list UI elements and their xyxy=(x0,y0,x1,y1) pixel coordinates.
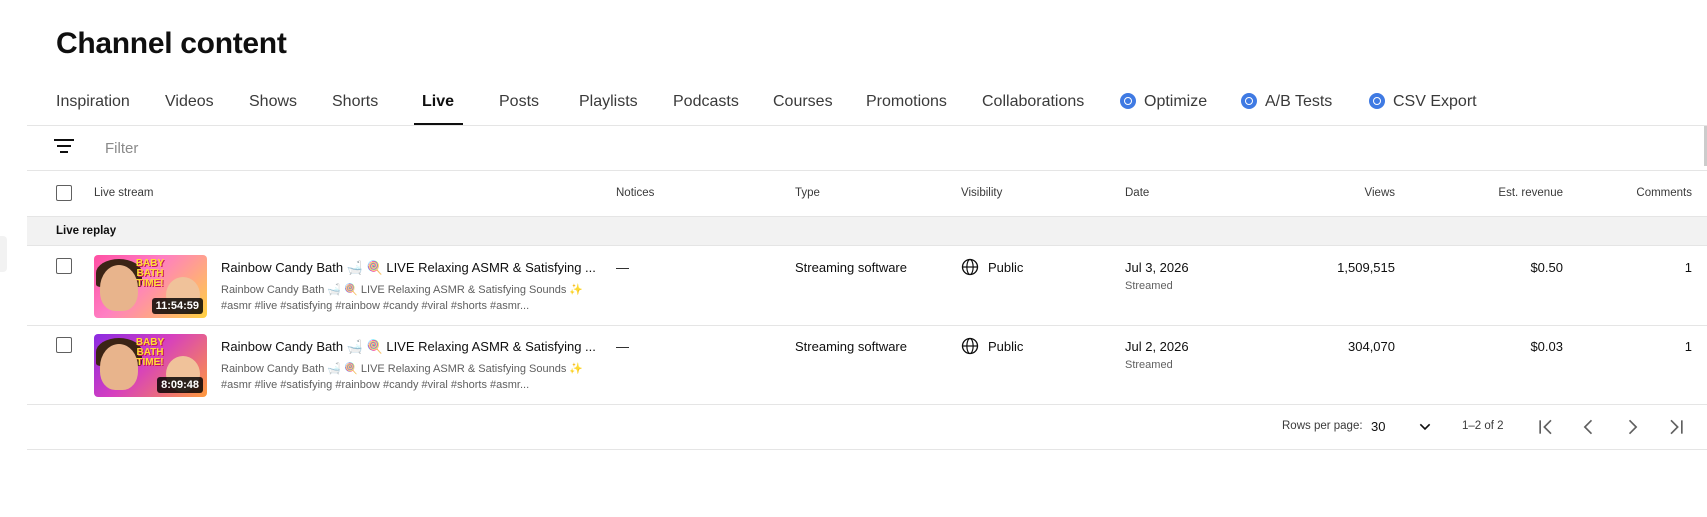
column-header-type[interactable]: Type xyxy=(795,187,820,199)
tab-optimize[interactable]: Optimize xyxy=(1120,82,1207,126)
tab-csv-export[interactable]: CSV Export xyxy=(1369,82,1477,126)
column-header-views[interactable]: Views xyxy=(1295,187,1395,199)
tab-label: Videos xyxy=(165,93,214,110)
thumbnail-title-art: BABY BATH TIME! xyxy=(135,337,165,368)
tab-collaborations[interactable]: Collaborations xyxy=(982,82,1084,126)
extension-icon xyxy=(1369,93,1385,109)
tab-podcasts[interactable]: Podcasts xyxy=(673,82,739,126)
column-header-comments[interactable]: Comments xyxy=(1592,187,1692,199)
pagination: Rows per page: 30 1–2 of 2 xyxy=(27,405,1707,449)
type-value: Streaming software xyxy=(795,339,907,354)
tab-inspiration[interactable]: Inspiration xyxy=(56,82,130,126)
tab-label: Promotions xyxy=(866,93,947,110)
revenue-value: $0.03 xyxy=(1530,339,1563,354)
tab-label: Playlists xyxy=(579,93,638,110)
last-page-icon xyxy=(1670,419,1683,435)
tab-label: Optimize xyxy=(1144,93,1208,110)
column-header-visibility[interactable]: Visibility xyxy=(961,187,1002,199)
filter-icon[interactable] xyxy=(54,139,74,155)
page-title: Channel content xyxy=(56,27,287,60)
views-value: 304,070 xyxy=(1348,339,1395,354)
tab-label: Collaborations xyxy=(982,93,1085,110)
type-value: Streaming software xyxy=(795,260,907,275)
tab-posts[interactable]: Posts xyxy=(499,82,539,126)
tab-playlists[interactable]: Playlists xyxy=(579,82,638,126)
tab-shows[interactable]: Shows xyxy=(249,82,297,126)
table-row[interactable]: BABY BATH TIME! 8:09:48 Rainbow Candy Ba… xyxy=(27,325,1707,404)
revenue-value: $0.50 xyxy=(1530,260,1563,275)
visibility-value[interactable]: Public xyxy=(988,260,1023,275)
group-header-live-replay: Live replay xyxy=(27,216,1707,246)
filter-bar xyxy=(27,126,1707,171)
column-header-notices[interactable]: Notices xyxy=(616,187,654,199)
tab-label: Courses xyxy=(773,93,833,110)
chevron-right-icon xyxy=(1628,419,1638,435)
side-panel-handle[interactable] xyxy=(0,236,7,272)
duration-badge: 11:54:59 xyxy=(151,298,203,314)
row-checkbox[interactable] xyxy=(56,337,72,353)
next-page-button[interactable] xyxy=(1619,414,1645,440)
column-header-date[interactable]: Date xyxy=(1125,187,1149,199)
tab-live[interactable]: Live xyxy=(413,82,464,126)
video-description-tags: #asmr #live #satisfying #rainbow #candy … xyxy=(221,379,530,391)
tab-label: Shorts xyxy=(332,93,379,110)
rows-per-page-select[interactable]: 30 xyxy=(1371,414,1451,440)
table-row[interactable]: BABY BATH TIME! 11:54:59 Rainbow Candy B… xyxy=(27,246,1707,325)
group-label: Live replay xyxy=(56,225,117,237)
views-value: 1,509,515 xyxy=(1337,260,1395,275)
tab-label: Posts xyxy=(499,93,540,110)
rows-per-page-value: 30 xyxy=(1371,419,1386,434)
content-tabs: Inspiration Videos Shows Shorts Live Pos… xyxy=(0,82,1707,126)
globe-icon xyxy=(961,337,979,355)
tab-courses[interactable]: Courses xyxy=(773,82,833,126)
video-description-tags: #asmr #live #satisfying #rainbow #candy … xyxy=(221,300,530,312)
select-all-checkbox[interactable] xyxy=(56,185,72,201)
visibility-value[interactable]: Public xyxy=(988,339,1023,354)
video-thumbnail[interactable]: BABY BATH TIME! 11:54:59 xyxy=(94,255,207,318)
date-value: Jul 2, 2026 xyxy=(1125,339,1189,354)
comments-value: 1 xyxy=(1684,339,1692,354)
extension-icon xyxy=(1241,93,1257,109)
notices-value: — xyxy=(616,339,629,354)
thumbnail-title-art: BABY BATH TIME! xyxy=(135,258,165,289)
first-page-button[interactable] xyxy=(1533,414,1559,440)
tab-label: Shows xyxy=(249,93,298,110)
tab-ab-tests[interactable]: A/B Tests xyxy=(1241,82,1332,126)
date-value: Jul 3, 2026 xyxy=(1125,260,1189,275)
video-title[interactable]: Rainbow Candy Bath 🛁 🍭 LIVE Relaxing ASM… xyxy=(221,260,596,276)
tab-shorts[interactable]: Shorts xyxy=(332,82,378,126)
date-status: Streamed xyxy=(1125,359,1173,371)
rows-per-page-label: Rows per page: xyxy=(1282,420,1363,432)
row-checkbox[interactable] xyxy=(56,258,72,274)
column-header-revenue[interactable]: Est. revenue xyxy=(1443,187,1563,199)
last-page-button[interactable] xyxy=(1663,414,1689,440)
video-thumbnail[interactable]: BABY BATH TIME! 8:09:48 xyxy=(94,334,207,397)
tab-label: Live xyxy=(422,93,455,110)
video-description: Rainbow Candy Bath 🛁 🍭 LIVE Relaxing ASM… xyxy=(221,363,584,375)
tab-videos[interactable]: Videos xyxy=(165,82,214,126)
tab-label: CSV Export xyxy=(1393,93,1477,110)
filter-input[interactable] xyxy=(105,136,705,160)
video-title[interactable]: Rainbow Candy Bath 🛁 🍭 LIVE Relaxing ASM… xyxy=(221,339,596,355)
page-range: 1–2 of 2 xyxy=(1462,420,1504,432)
comments-value: 1 xyxy=(1684,260,1692,275)
duration-badge: 8:09:48 xyxy=(157,377,203,393)
chevron-down-icon xyxy=(1419,423,1431,431)
filter-divider xyxy=(27,170,1707,171)
notices-value: — xyxy=(616,260,629,275)
tab-label: A/B Tests xyxy=(1265,93,1333,110)
tab-promotions[interactable]: Promotions xyxy=(866,82,947,126)
date-status: Streamed xyxy=(1125,280,1173,292)
first-page-icon xyxy=(1539,419,1552,435)
previous-page-button[interactable] xyxy=(1576,414,1602,440)
tab-label: Podcasts xyxy=(673,93,739,110)
column-header-live-stream[interactable]: Live stream xyxy=(94,187,153,199)
tab-label: Inspiration xyxy=(56,93,130,110)
video-description: Rainbow Candy Bath 🛁 🍭 LIVE Relaxing ASM… xyxy=(221,284,584,296)
chevron-left-icon xyxy=(1583,419,1593,435)
pagination-divider xyxy=(27,449,1707,450)
globe-icon xyxy=(961,258,979,276)
extension-icon xyxy=(1120,93,1136,109)
